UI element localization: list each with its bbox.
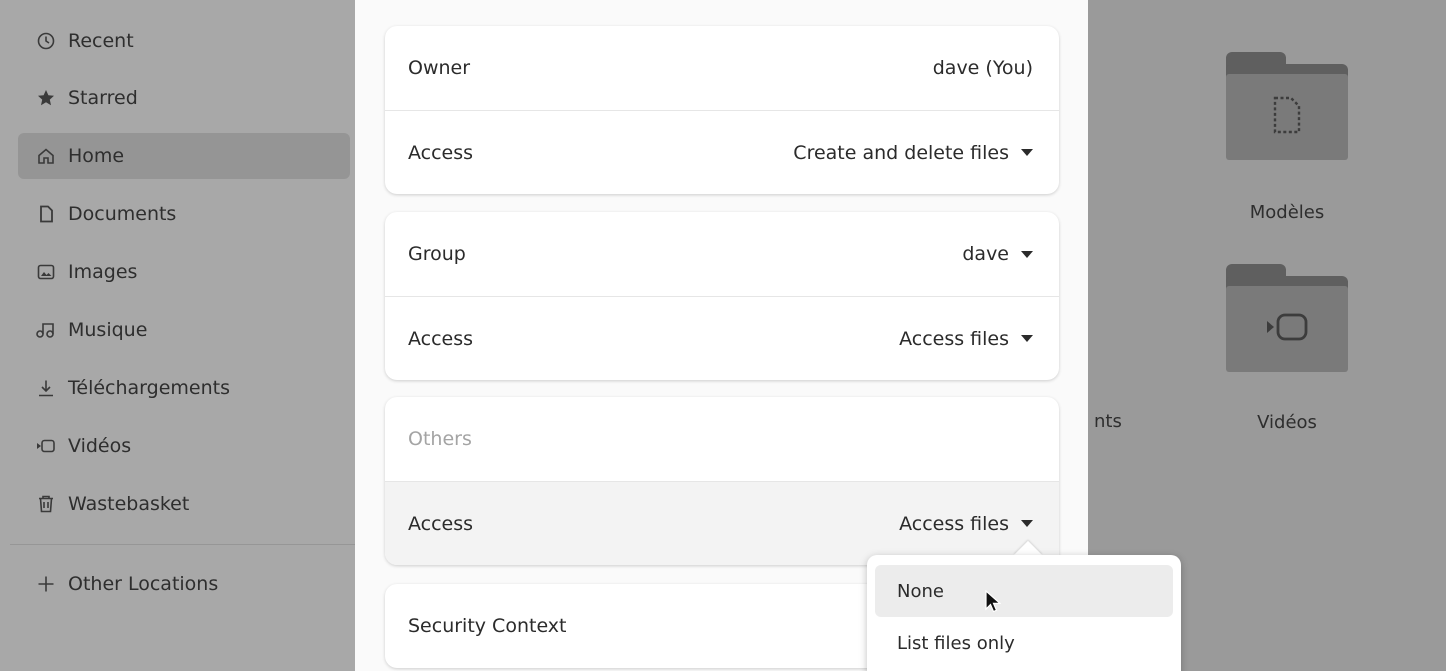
trash-icon: [36, 494, 56, 514]
sidebar-item-home[interactable]: Home: [18, 133, 350, 179]
sidebar-item-label: Vidéos: [68, 435, 132, 457]
sidebar-item-videos[interactable]: Vidéos: [18, 423, 350, 469]
option-none[interactable]: None: [875, 565, 1173, 617]
document-icon: [36, 204, 56, 224]
folder-label: Vidéos: [1257, 412, 1317, 433]
sidebar-item-label: Images: [68, 261, 138, 283]
template-icon: [1270, 95, 1304, 139]
group-access-row[interactable]: Access Access files: [385, 296, 1059, 380]
chevron-down-icon: [1021, 335, 1033, 342]
sidebar-item-wastebasket[interactable]: Wastebasket: [18, 481, 350, 527]
partial-folder-label: nts: [1094, 411, 1122, 432]
owner-access-value: Create and delete files: [793, 141, 1009, 164]
owner-access-label: Access: [408, 141, 474, 164]
group-access-dropdown[interactable]: Access files: [899, 328, 1033, 350]
owner-row: Owner dave (You): [385, 26, 1059, 110]
sidebar-item-recent[interactable]: Recent: [18, 18, 350, 64]
others-access-value: Access files: [899, 512, 1009, 535]
sidebar-item-label: Recent: [68, 30, 134, 52]
sidebar-item-musique[interactable]: Musique: [18, 307, 350, 353]
owner-card: Owner dave (You) Access Create and delet…: [385, 26, 1059, 194]
others-row: Others: [385, 397, 1059, 481]
sidebar-item-telechargements[interactable]: Téléchargements: [18, 365, 350, 411]
others-access-label: Access: [408, 512, 474, 535]
sidebar-item-label: Wastebasket: [68, 493, 190, 515]
owner-access-row[interactable]: Access Create and delete files: [385, 110, 1059, 194]
sidebar-item-label: Other Locations: [68, 573, 219, 595]
video-icon: [36, 436, 56, 456]
group-label: Group: [408, 243, 466, 265]
others-label: Others: [408, 428, 472, 450]
others-card: Others Access Access files: [385, 397, 1059, 565]
access-options-popover: None List files only: [867, 555, 1181, 671]
chevron-down-icon: [1021, 250, 1033, 258]
sidebar-item-label: Musique: [68, 319, 148, 341]
video-icon: [1265, 312, 1309, 346]
owner-access-dropdown[interactable]: Create and delete files: [793, 142, 1033, 164]
group-access-label: Access: [408, 327, 474, 350]
group-row[interactable]: Group dave: [385, 212, 1059, 296]
owner-value: dave (You): [932, 57, 1033, 79]
security-context-label: Security Context: [408, 615, 567, 637]
sidebar-item-images[interactable]: Images: [18, 249, 350, 295]
group-dropdown[interactable]: dave: [962, 243, 1033, 265]
sidebar-item-label: Starred: [68, 87, 138, 109]
sidebar-item-label: Documents: [68, 203, 177, 225]
image-icon: [36, 262, 56, 282]
sidebar-item-label: Téléchargements: [68, 377, 230, 399]
sidebar-item-starred[interactable]: Starred: [18, 75, 350, 121]
sidebar-divider: [10, 544, 355, 545]
plus-icon: [36, 574, 56, 594]
download-icon: [36, 378, 56, 398]
sidebar-item-documents[interactable]: Documents: [18, 191, 350, 237]
sidebar: Recent Starred Home Documents Images Mus…: [0, 0, 355, 671]
option-list-files-only[interactable]: List files only: [875, 617, 1173, 669]
home-icon: [36, 146, 56, 166]
star-icon: [36, 88, 56, 108]
folder-modeles[interactable]: [1226, 52, 1348, 160]
group-card: Group dave Access Access files: [385, 212, 1059, 380]
sidebar-item-label: Home: [68, 145, 125, 167]
clock-icon: [36, 31, 56, 51]
others-access-row[interactable]: Access Access files: [385, 481, 1059, 565]
chevron-down-icon: [1021, 149, 1033, 156]
group-access-value: Access files: [899, 327, 1009, 350]
chevron-down-icon: [1021, 520, 1033, 527]
others-access-dropdown[interactable]: Access files: [899, 513, 1033, 535]
group-value: dave: [962, 243, 1009, 265]
folder-videos[interactable]: [1226, 264, 1348, 372]
owner-label: Owner: [408, 57, 471, 79]
sidebar-item-other-locations[interactable]: Other Locations: [18, 561, 350, 607]
folder-label: Modèles: [1249, 202, 1325, 223]
mouse-pointer-icon: [985, 589, 1002, 618]
music-icon: [36, 320, 56, 340]
